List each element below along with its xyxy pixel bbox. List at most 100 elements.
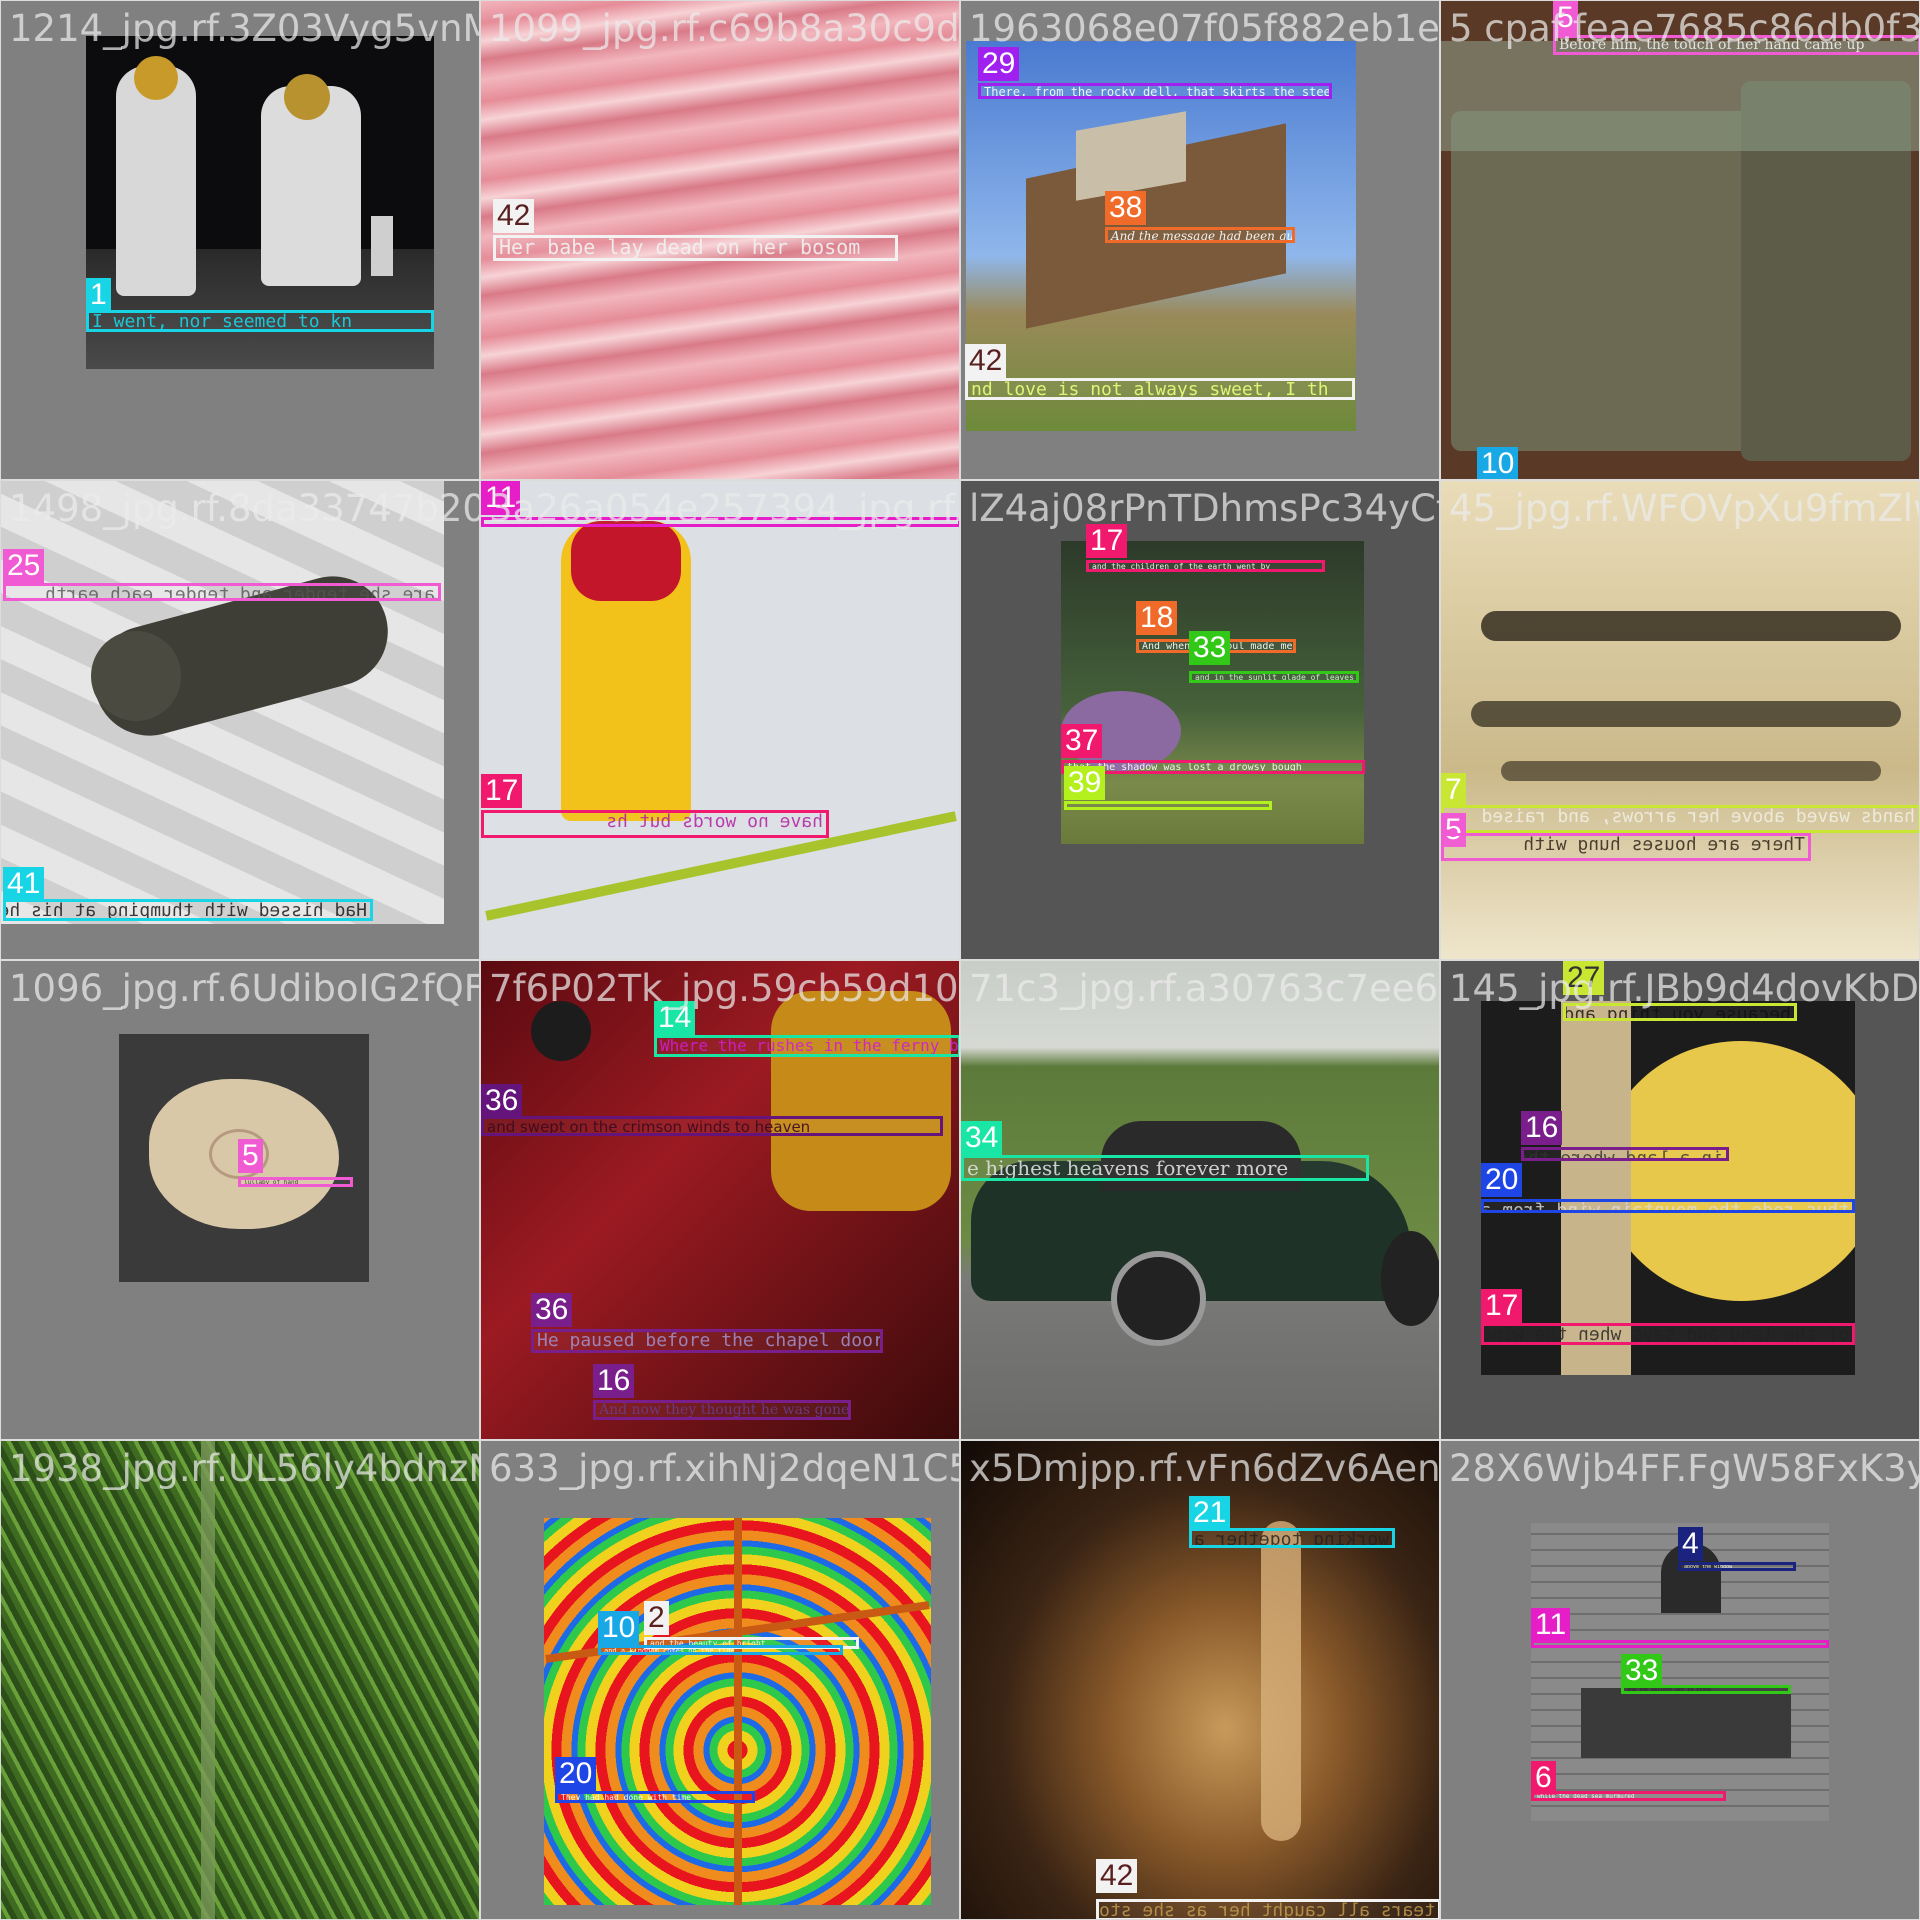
mosaic-tile: 21 working together and 42 tears all cau… xyxy=(960,1440,1440,1920)
mosaic-tile: 7 hands waved above her arrows, and rais… xyxy=(1440,480,1920,960)
mosaic-tile: 25 are she tender and tender each earth … xyxy=(0,480,480,960)
tile-filename: 28X6Wjb4FF.FgW58FxK3yHvD xyxy=(1449,1447,1919,1490)
text-label: 6 while the dead sea murmured xyxy=(1531,1761,1726,1801)
label-text: above the window xyxy=(1684,1564,1733,1570)
text-label: 5 Before him, the touch of her hand came… xyxy=(1553,1,1919,55)
label-id: 33 xyxy=(1621,1654,1663,1688)
label-text: There are houses hung with xyxy=(1444,834,1808,855)
label-id: 4 xyxy=(1678,1527,1703,1561)
mirrored-text: working together and xyxy=(1189,1529,1389,1548)
text-label: 33 and the balcony set in stone xyxy=(1621,1654,1791,1694)
text-label: 20 thus rode the mountain wind from afar xyxy=(1481,1163,1855,1213)
label-id: 11 xyxy=(481,481,521,515)
text-label: 34 e highest heavens forever more xyxy=(961,1121,1369,1181)
label-id: 16 xyxy=(1521,1111,1563,1145)
text-label: 39 xyxy=(1064,766,1272,810)
label-id: 29 xyxy=(978,47,1020,81)
label-id: 34 xyxy=(961,1121,1003,1155)
label-id: 42 xyxy=(965,344,1007,378)
label-id: 1 xyxy=(86,278,111,312)
label-text: and the balcony set in stone xyxy=(1627,1687,1712,1693)
label-text: and swept on the crimson winds to heaven xyxy=(487,1118,811,1136)
mirrored-text: Had hissed with thumping at his heel xyxy=(3,900,367,921)
label-text: because you thing and home again xyxy=(1563,1004,1794,1021)
mirrored-text: tears all caught her as she stood xyxy=(1096,1900,1435,1920)
label-text: And the message had been quit xyxy=(1111,229,1295,243)
mosaic-tile: 1 I went, nor seemed to kn 1214_jpg.rf.3… xyxy=(0,0,480,480)
text-label: 17 and the children of the earth went by xyxy=(1086,524,1325,572)
mirrored-text: because you thing and home again xyxy=(1563,1004,1791,1021)
label-text: tears all caught her as she stood xyxy=(1096,1900,1438,1920)
text-label: 16 And now they thought he was gone xyxy=(593,1364,851,1420)
label-id: 41 xyxy=(3,867,45,901)
text-label: 5 lullaby of hand xyxy=(238,1139,353,1187)
label-id: 6 xyxy=(1531,1761,1556,1795)
label-id: 5 xyxy=(238,1139,263,1173)
label-id: 5 xyxy=(1553,1,1578,35)
umbrella-photo xyxy=(544,1518,931,1905)
text-label: 33 and in the sunlit glade of leaves xyxy=(1189,631,1359,683)
mosaic-tile: 14 Where the rushes in the ferny bro 36 … xyxy=(480,960,960,1440)
text-label: 42 Her babe lay dead on her bosom xyxy=(493,199,898,261)
text-label: 5 There are houses hung with xyxy=(1441,813,1811,861)
label-id: 18 xyxy=(1136,601,1178,635)
label-id: 11 xyxy=(1531,1608,1571,1642)
label-text: He paused before the chapel door xyxy=(537,1330,883,1351)
mosaic-tile: 34 e highest heavens forever more 71c3_j… xyxy=(960,960,1440,1440)
mosaic-grid: 1 I went, nor seemed to kn 1214_jpg.rf.3… xyxy=(0,0,1920,1920)
label-id: 39 xyxy=(1064,766,1106,800)
text-label: 4 above the window xyxy=(1678,1527,1796,1571)
text-label: 29 There, from the rocky dell, that skir… xyxy=(978,47,1332,99)
label-id: 36 xyxy=(531,1293,573,1327)
ski-jumper-photo xyxy=(481,481,959,959)
mosaic-tile: 42 Her babe lay dead on her bosom 1099_j… xyxy=(480,0,960,480)
label-id: 14 xyxy=(654,1001,696,1035)
label-text: are she tender and tender each earth xyxy=(6,586,438,598)
label-text: working together and xyxy=(1189,1529,1392,1548)
label-text: Her babe lay dead on her bosom xyxy=(499,235,861,259)
text-label: 38 And the message had been quit xyxy=(1105,191,1295,243)
label-text: And now they thought he was gone xyxy=(599,1402,850,1418)
sepia-photo xyxy=(1441,481,1919,959)
mosaic-tile: 11 17 have no words but hs 3a26a054e2573… xyxy=(480,480,960,960)
label-id: 42 xyxy=(493,199,535,233)
label-id: 10 xyxy=(598,1611,640,1645)
mirrored-text: There are houses hung with xyxy=(1523,834,1805,855)
mosaic-tile: 17 and the children of the earth went by… xyxy=(960,480,1440,960)
mirrored-text: of the land and says when the wind xyxy=(1481,1324,1849,1345)
label-text: I went, nor seemed to kn xyxy=(92,311,353,332)
label-text: Where the rushes in the ferny bro xyxy=(660,1036,960,1055)
label-text: e highest heavens forever more xyxy=(967,1156,1289,1180)
text-label: 17 have no words but hs xyxy=(481,774,829,838)
label-text: in a land where the wind was xyxy=(1524,1150,1726,1158)
mosaic-tile: 5 lullaby of hand 1096_jpg.rf.6UdiboIG2f… xyxy=(0,960,480,1440)
label-id: 21 xyxy=(1189,1496,1231,1530)
text-label: 14 Where the rushes in the ferny bro xyxy=(654,1001,960,1057)
text-label: 1 I went, nor seemed to kn xyxy=(86,278,434,332)
label-text: nd love is not always sweet, I th xyxy=(971,379,1329,400)
text-label: 11 xyxy=(481,481,959,527)
car-photo xyxy=(961,961,1439,1439)
pine-needles-photo xyxy=(1,1441,479,1919)
label-text: have no words but hs xyxy=(484,811,826,832)
text-label: 17 of the land and says when the wind xyxy=(1481,1289,1855,1345)
text-label: 10 and a kingdom comes on the tide xyxy=(598,1611,843,1655)
mosaic-tile: 1938_jpg.rf.UL56ly4bdnzNtV6lMjcGCf xyxy=(0,1440,480,1920)
label-id: 36 xyxy=(481,1084,523,1118)
tile-filename: 633_jpg.rf.xihNj2dqeN1C5x5Dmjpp xyxy=(489,1447,959,1490)
grasshopper-photo xyxy=(1,481,444,924)
text-label: 27 because you thing and home again xyxy=(1563,961,1797,1021)
label-id: 16 xyxy=(593,1364,635,1398)
label-id: 33 xyxy=(1189,631,1231,665)
text-label: 41 Had hissed with thumping at his heel xyxy=(3,867,373,921)
label-text: They had had done with time xyxy=(561,1793,692,1802)
mirrored-text: have no words but hs xyxy=(606,811,823,832)
mosaic-tile: 5 Before him, the touch of her hand came… xyxy=(1440,0,1920,480)
mirrored-text: thus rode the mountain wind from afar xyxy=(1481,1200,1849,1213)
label-text: Had hissed with thumping at his heel xyxy=(3,900,370,921)
text-label: 36 He paused before the chapel door xyxy=(531,1293,883,1353)
text-label: 20 They had had done with time xyxy=(555,1757,755,1803)
label-id: 10 xyxy=(1477,447,1519,479)
label-text: while the dead sea murmured xyxy=(1537,1793,1635,1800)
mosaic-tile: 29 There, from the rocky dell, that skir… xyxy=(960,0,1440,480)
